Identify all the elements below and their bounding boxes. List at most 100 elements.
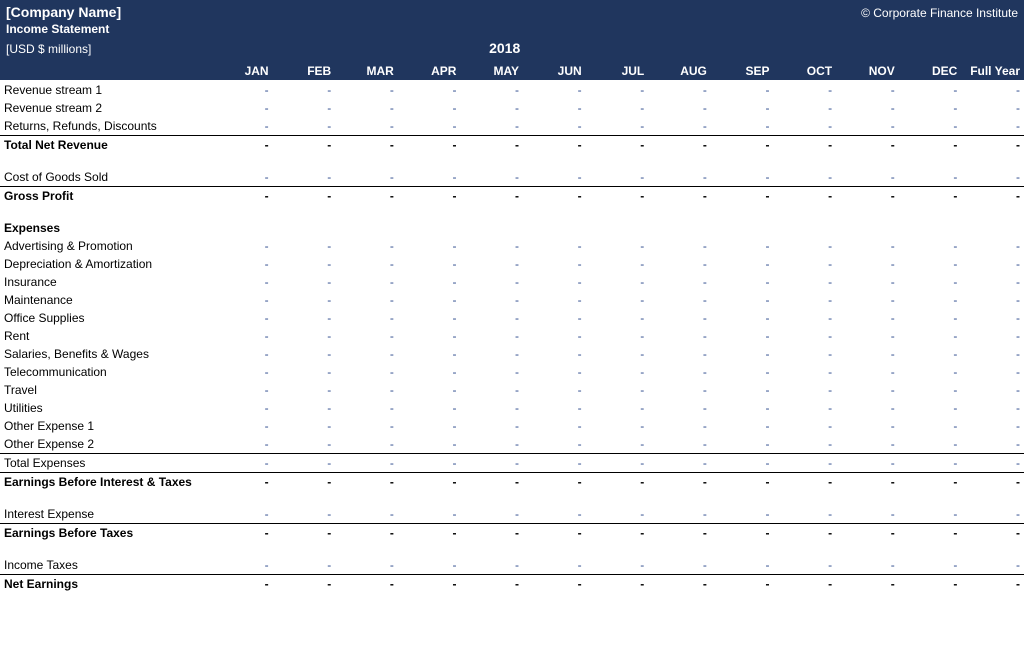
cell[interactable]: - (836, 435, 899, 454)
cell[interactable]: - (899, 363, 962, 381)
cell[interactable]: - (335, 273, 398, 291)
cell[interactable]: - (899, 345, 962, 363)
cell[interactable]: - (961, 556, 1024, 575)
cell[interactable]: - (961, 117, 1024, 136)
cell[interactable]: - (335, 345, 398, 363)
cell[interactable]: - (523, 273, 586, 291)
cell[interactable]: - (335, 505, 398, 524)
cell[interactable]: - (210, 345, 273, 363)
cell[interactable]: - (273, 345, 336, 363)
cell[interactable]: - (335, 117, 398, 136)
cell[interactable]: - (586, 273, 649, 291)
cell[interactable]: - (335, 381, 398, 399)
cell[interactable]: - (586, 399, 649, 417)
cell[interactable]: - (836, 363, 899, 381)
cell[interactable]: - (899, 291, 962, 309)
cell[interactable]: - (961, 99, 1024, 117)
cell[interactable]: - (210, 81, 273, 100)
cell[interactable]: - (899, 309, 962, 327)
cell[interactable]: - (648, 309, 711, 327)
cell[interactable]: - (648, 99, 711, 117)
cell[interactable]: - (398, 255, 461, 273)
cell[interactable]: - (210, 327, 273, 345)
cell[interactable]: - (648, 255, 711, 273)
cell[interactable]: - (210, 99, 273, 117)
cell[interactable]: - (711, 117, 774, 136)
cell[interactable]: - (460, 399, 523, 417)
cell[interactable]: - (773, 168, 836, 187)
cell[interactable]: - (711, 273, 774, 291)
cell[interactable]: - (773, 399, 836, 417)
cell[interactable]: - (210, 399, 273, 417)
cell[interactable]: - (836, 327, 899, 345)
cell[interactable]: - (648, 273, 711, 291)
cell[interactable]: - (210, 417, 273, 435)
cell[interactable]: - (273, 505, 336, 524)
cell[interactable]: - (398, 99, 461, 117)
cell[interactable]: - (335, 327, 398, 345)
cell[interactable]: - (961, 81, 1024, 100)
cell[interactable]: - (899, 168, 962, 187)
cell[interactable]: - (711, 399, 774, 417)
cell[interactable]: - (711, 168, 774, 187)
cell[interactable]: - (586, 363, 649, 381)
cell[interactable]: - (773, 255, 836, 273)
cell[interactable]: - (586, 309, 649, 327)
cell[interactable]: - (836, 417, 899, 435)
cell[interactable]: - (523, 291, 586, 309)
cell[interactable]: - (961, 381, 1024, 399)
cell[interactable]: - (335, 81, 398, 100)
cell[interactable]: - (398, 291, 461, 309)
cell[interactable]: - (335, 417, 398, 435)
cell[interactable]: - (460, 309, 523, 327)
cell[interactable]: - (836, 505, 899, 524)
cell[interactable]: - (773, 345, 836, 363)
cell[interactable]: - (586, 99, 649, 117)
cell[interactable]: - (398, 363, 461, 381)
cell[interactable]: - (648, 435, 711, 454)
cell[interactable]: - (335, 556, 398, 575)
cell[interactable]: - (648, 363, 711, 381)
cell[interactable]: - (523, 99, 586, 117)
cell[interactable]: - (899, 435, 962, 454)
cell[interactable]: - (523, 327, 586, 345)
cell[interactable]: - (836, 273, 899, 291)
cell[interactable]: - (648, 556, 711, 575)
cell[interactable]: - (586, 381, 649, 399)
cell[interactable]: - (961, 505, 1024, 524)
cell[interactable]: - (836, 99, 899, 117)
cell[interactable]: - (398, 309, 461, 327)
cell[interactable]: - (210, 117, 273, 136)
cell[interactable]: - (836, 291, 899, 309)
cell[interactable]: - (398, 237, 461, 255)
cell[interactable]: - (273, 556, 336, 575)
cell[interactable]: - (398, 381, 461, 399)
cell[interactable]: - (273, 327, 336, 345)
cell[interactable]: - (648, 327, 711, 345)
cell[interactable]: - (961, 399, 1024, 417)
cell[interactable]: - (210, 435, 273, 454)
cell[interactable]: - (773, 381, 836, 399)
cell[interactable]: - (648, 417, 711, 435)
cell[interactable]: - (899, 99, 962, 117)
cell[interactable]: - (460, 381, 523, 399)
cell[interactable]: - (773, 309, 836, 327)
cell[interactable]: - (711, 237, 774, 255)
cell[interactable]: - (961, 327, 1024, 345)
cell[interactable]: - (398, 435, 461, 454)
cell[interactable]: - (523, 363, 586, 381)
cell[interactable]: - (711, 556, 774, 575)
cell[interactable]: - (460, 363, 523, 381)
cell[interactable]: - (398, 117, 461, 136)
cell[interactable]: - (460, 417, 523, 435)
cell[interactable]: - (836, 117, 899, 136)
cell[interactable]: - (398, 399, 461, 417)
cell[interactable]: - (335, 363, 398, 381)
cell[interactable]: - (273, 291, 336, 309)
cell[interactable]: - (899, 417, 962, 435)
cell[interactable]: - (961, 417, 1024, 435)
cell[interactable]: - (836, 168, 899, 187)
cell[interactable]: - (711, 381, 774, 399)
cell[interactable]: - (210, 255, 273, 273)
cell[interactable]: - (899, 237, 962, 255)
